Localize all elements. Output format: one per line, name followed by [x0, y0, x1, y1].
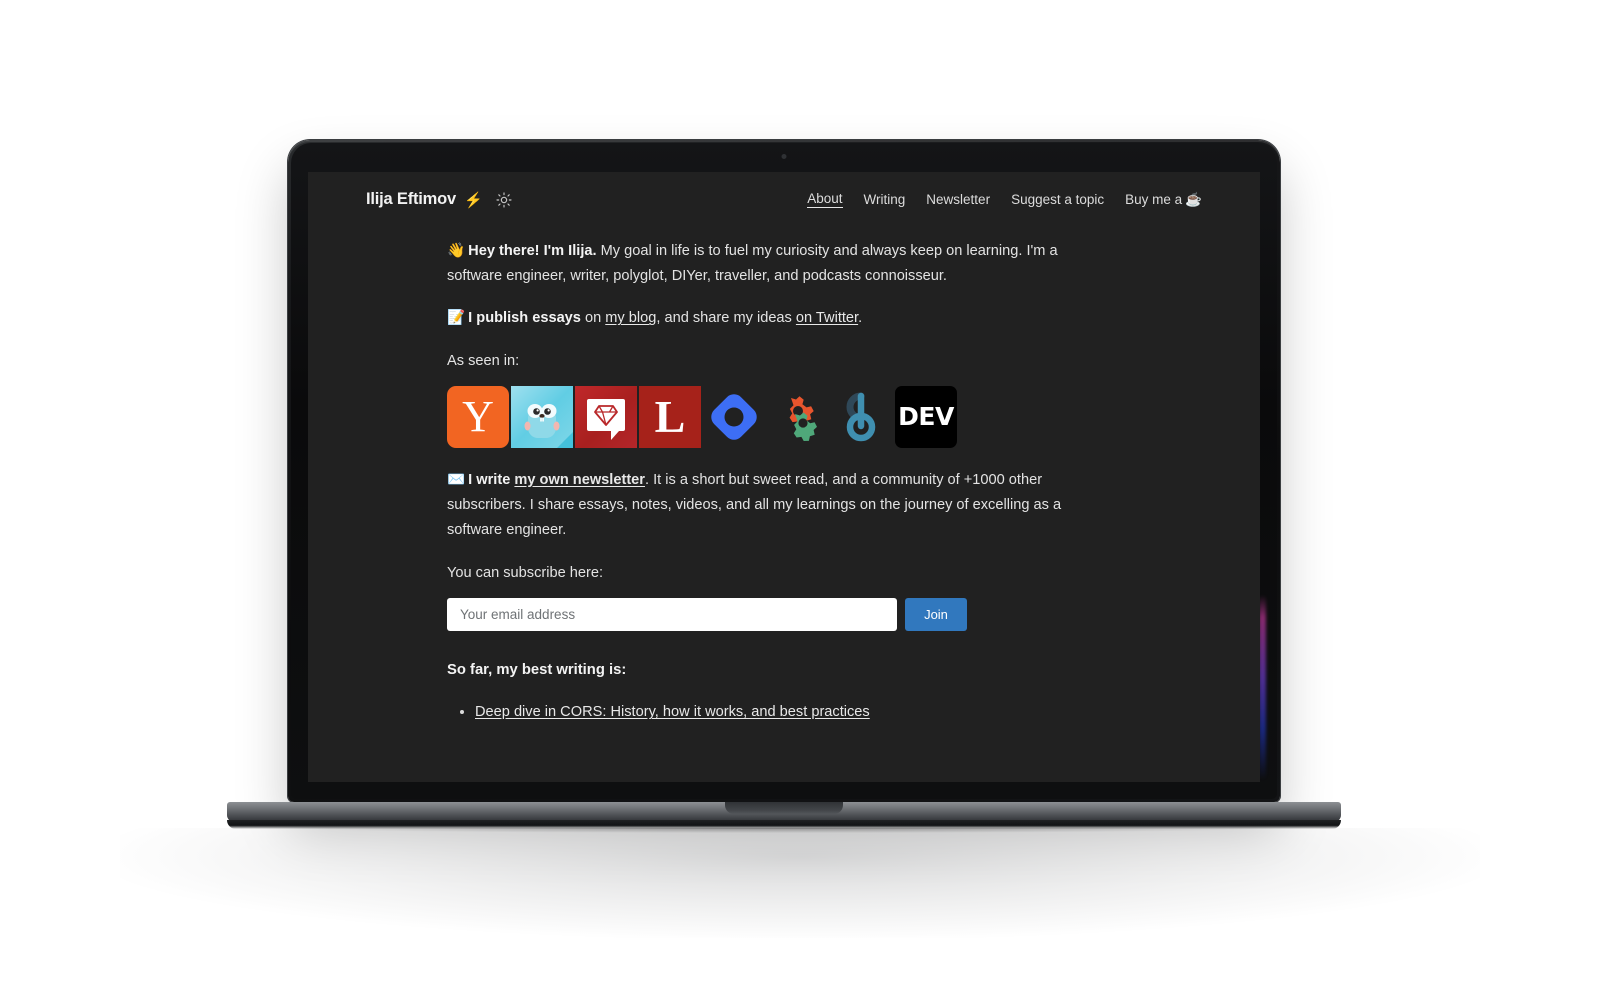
- site-header: Ilija Eftimov ⚡ About Writing Newsletter…: [308, 172, 1260, 209]
- nav-item-newsletter[interactable]: Newsletter: [926, 192, 990, 207]
- newsletter-paragraph: ✉️ I write my own newsletter. It is a sho…: [447, 468, 1067, 544]
- intro-paragraph: 👋 Hey there! I'm Ilija. My goal in life i…: [447, 239, 1067, 289]
- bolt-icon: ⚡: [464, 191, 483, 209]
- nav-item-writing[interactable]: Writing: [864, 192, 906, 207]
- press-logo-strip: Y L DEV: [447, 385, 1067, 448]
- speech-bubble-icon: [587, 399, 625, 441]
- waving-hand-icon: 👋: [447, 243, 466, 259]
- best-writing-list: Deep dive in CORS: History, how it works…: [447, 700, 1067, 725]
- lobsters-letter: L: [654, 390, 686, 442]
- laptop-base-notch: [725, 802, 843, 814]
- brand-name: Ilija Eftimov: [366, 190, 457, 208]
- dev-to-logo[interactable]: DEV: [895, 385, 957, 448]
- essays-lead: I publish essays: [468, 310, 581, 327]
- laptop-base-shadow: [294, 828, 1274, 833]
- golang-weekly-logo[interactable]: [511, 385, 573, 448]
- nav-item-about[interactable]: About: [807, 191, 843, 208]
- link-cors-deep-dive[interactable]: Deep dive in CORS: History, how it works…: [475, 704, 870, 720]
- join-button[interactable]: Join: [905, 597, 967, 631]
- email-input[interactable]: [447, 597, 897, 631]
- site-brand[interactable]: Ilija Eftimov ⚡: [366, 190, 513, 209]
- ruby-gem-icon: [594, 405, 618, 426]
- main-navigation: About Writing Newsletter Suggest a topic…: [807, 191, 1202, 208]
- lobsters-logo[interactable]: L: [639, 385, 701, 448]
- essays-paragraph: 📝 I publish essays on my blog, and share …: [447, 306, 1067, 331]
- link-my-blog[interactable]: my blog: [605, 310, 656, 326]
- codeburst-b-icon: [846, 392, 876, 442]
- laptop-mockup: Ilija Eftimov ⚡ About Writing Newsletter…: [227, 140, 1341, 833]
- intro-lead: Hey there! I'm Ilija.: [468, 243, 597, 259]
- list-item: Deep dive in CORS: History, how it works…: [475, 700, 1067, 725]
- sun-icon[interactable]: [496, 191, 513, 208]
- devops-gears-logo[interactable]: [767, 385, 829, 448]
- newsletter-lead: I write: [468, 471, 515, 488]
- link-my-own-newsletter[interactable]: my own newsletter: [514, 472, 645, 488]
- ruby-weekly-logo[interactable]: [575, 385, 637, 448]
- nav-item-buy-me-a-coffee-label: Buy me a: [1125, 191, 1183, 207]
- subscribe-form: Join: [447, 597, 1067, 631]
- essays-tail: .: [858, 310, 863, 327]
- gears-icon: [789, 396, 817, 441]
- envelope-icon: ✉️: [447, 471, 466, 488]
- as-seen-in-label: As seen in:: [447, 352, 520, 369]
- laptop-screen: Ilija Eftimov ⚡ About Writing Newsletter…: [308, 172, 1260, 782]
- blue-diamond-icon: [711, 394, 757, 440]
- google-developers-logo[interactable]: [703, 385, 765, 448]
- website-viewport: Ilija Eftimov ⚡ About Writing Newsletter…: [308, 172, 1260, 782]
- link-on-twitter[interactable]: on Twitter: [796, 310, 858, 326]
- essays-mid-1: on: [580, 310, 606, 327]
- hacker-news-letter: Y: [462, 391, 494, 441]
- memo-icon: 📝: [447, 310, 466, 327]
- page-root: Ilija Eftimov ⚡ About Writing Newsletter…: [0, 0, 1600, 1000]
- webcam-icon: [781, 154, 787, 159]
- coffee-icon: ☕: [1185, 191, 1202, 207]
- essays-mid-2: , and share my ideas: [656, 310, 796, 327]
- screen-reflection: [1259, 595, 1266, 780]
- desk-shadow: [120, 828, 1480, 938]
- codeburst-logo[interactable]: [831, 385, 893, 448]
- golang-corner-fold: [557, 431, 573, 448]
- best-writing-heading: So far, my best writing is:: [447, 661, 627, 678]
- laptop-lid: Ilija Eftimov ⚡ About Writing Newsletter…: [288, 140, 1280, 802]
- hacker-news-logo[interactable]: Y: [447, 385, 509, 448]
- nav-item-suggest-a-topic[interactable]: Suggest a topic: [1011, 192, 1104, 207]
- main-content: 👋 Hey there! I'm Ilija. My goal in life i…: [308, 209, 1127, 726]
- nav-item-buy-me-a-coffee[interactable]: Buy me a ☕: [1125, 192, 1202, 208]
- subscribe-label: You can subscribe here:: [447, 564, 604, 581]
- dev-to-wordmark: DEV: [898, 402, 954, 432]
